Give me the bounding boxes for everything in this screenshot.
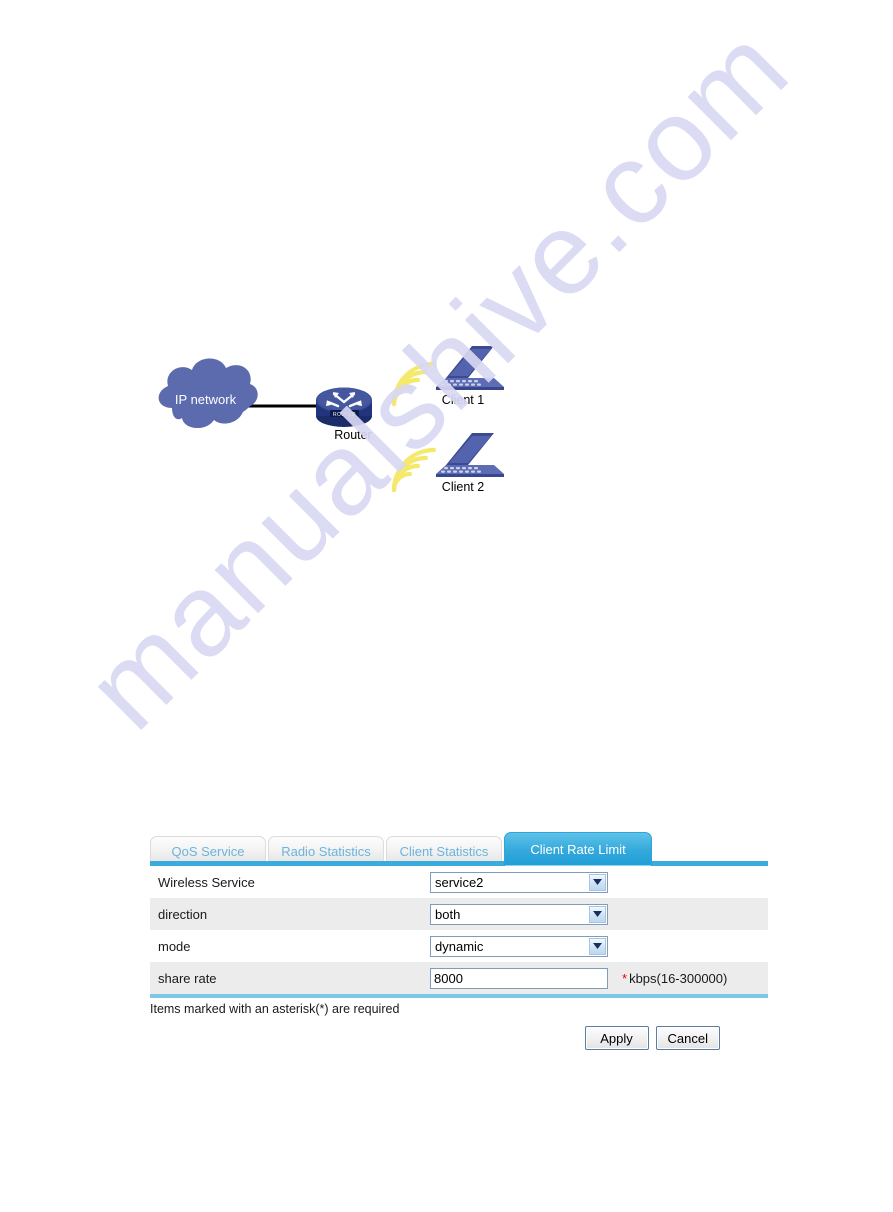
cloud-label: IP network	[174, 392, 237, 407]
form-row-mode: mode dynamic	[150, 930, 768, 962]
chevron-down-icon[interactable]	[589, 937, 606, 955]
form-actions: Apply Cancel	[150, 1026, 768, 1050]
router-label: Router	[334, 428, 372, 442]
form-row-share-rate: share rate *kbps(16-300000)	[150, 962, 768, 994]
label-mode: mode	[158, 938, 191, 954]
required-asterisk: *	[622, 970, 628, 986]
wireless-service-select[interactable]: service2	[430, 871, 608, 893]
cancel-button[interactable]: Cancel	[655, 1026, 720, 1050]
direction-select[interactable]: both	[430, 903, 608, 925]
tab-bar: QoS Service Radio Statistics Client Stat…	[150, 830, 768, 866]
tab-client-rate-limit[interactable]: Client Rate Limit	[504, 832, 652, 866]
tab-label: Client Statistics	[399, 844, 489, 859]
client2-label: Client 2	[441, 480, 485, 494]
label-direction: direction	[158, 906, 208, 922]
client1-label: Client 1	[441, 393, 485, 407]
direction-value: both	[435, 906, 461, 922]
share-rate-input[interactable]	[430, 967, 608, 989]
apply-button[interactable]: Apply	[584, 1026, 649, 1050]
mode-value: dynamic	[435, 938, 484, 954]
form-row-direction: direction both	[150, 898, 768, 930]
laptop-icon-client1	[436, 346, 504, 390]
panel-bottom-rule	[150, 994, 768, 998]
wireless-service-value: service2	[435, 874, 484, 890]
label-share-rate: share rate	[158, 970, 217, 986]
tab-label: Radio Statistics	[281, 844, 371, 859]
required-fields-note: Items marked with an asterisk(*) are req…	[150, 1002, 400, 1016]
tab-label: QoS Service	[171, 844, 245, 859]
label-wireless-service: Wireless Service	[158, 874, 255, 890]
form-row-wireless-service: Wireless Service service2	[150, 866, 768, 898]
chevron-down-icon[interactable]	[589, 905, 606, 923]
client-rate-limit-panel: QoS Service Radio Statistics Client Stat…	[150, 830, 768, 1050]
mode-select[interactable]: dynamic	[430, 935, 608, 957]
tab-label: Client Rate Limit	[530, 842, 626, 857]
share-rate-hint: kbps(16-300000)	[629, 970, 728, 986]
laptop-icon-client2	[436, 433, 504, 477]
rate-limit-form: Wireless Service service2 direction both…	[150, 866, 768, 994]
tab-underline-bar	[150, 861, 768, 866]
chevron-down-icon[interactable]	[589, 873, 606, 891]
router-icon: ROUTER	[316, 387, 372, 427]
network-topology-diagram: ROUTER IP network Router Client 1 Client…	[150, 330, 530, 515]
svg-text:ROUTER: ROUTER	[333, 412, 356, 418]
